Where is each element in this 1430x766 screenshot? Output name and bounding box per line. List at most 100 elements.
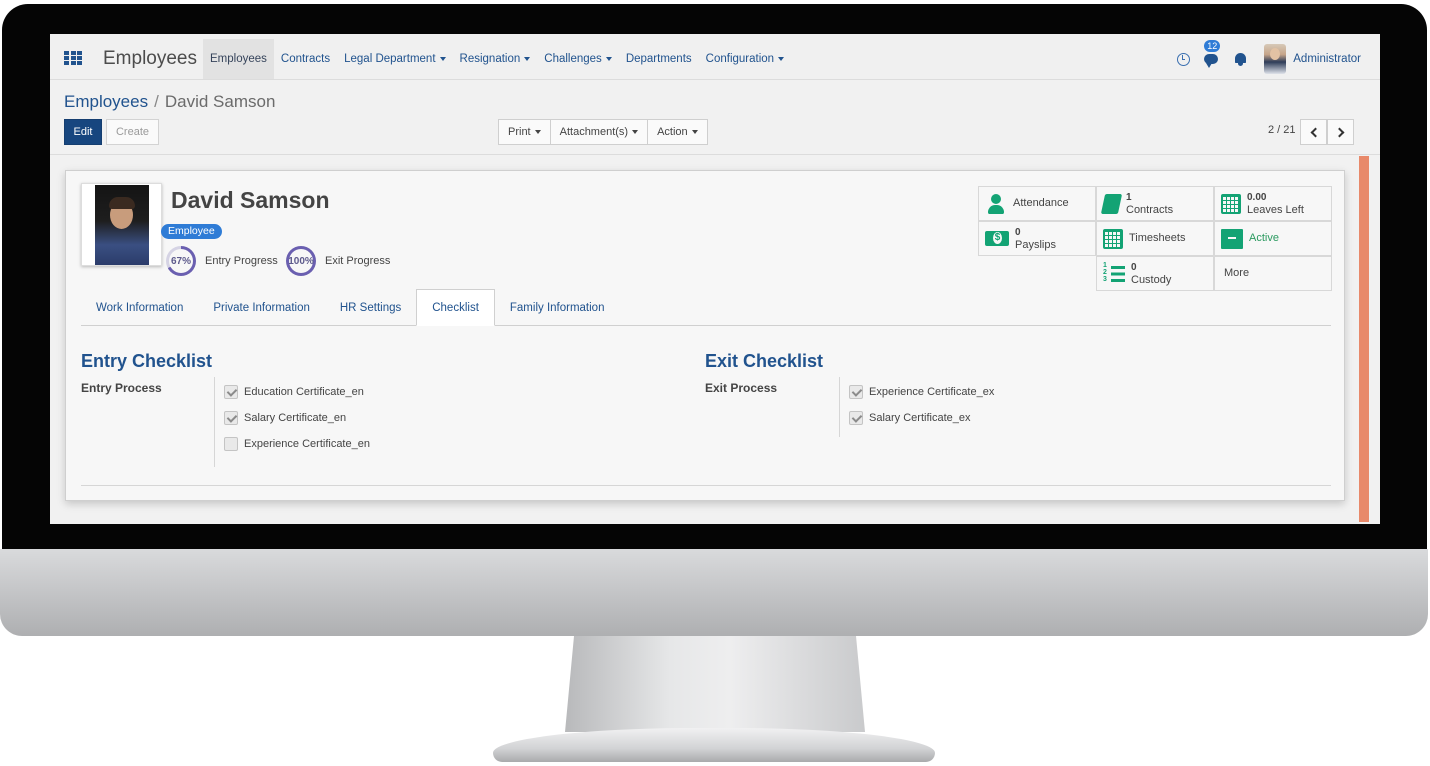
messages-button[interactable]: 12 <box>1204 40 1221 68</box>
checklist-item[interactable]: Education Certificate_en <box>224 385 364 399</box>
timesheets-button[interactable]: Timesheets <box>1096 221 1214 256</box>
app-title: Employees <box>103 48 197 69</box>
employee-photo[interactable] <box>81 183 162 266</box>
breadcrumb-parent-link[interactable]: Employees <box>64 92 148 111</box>
caret-down-icon <box>605 57 612 61</box>
checkbox[interactable] <box>224 437 238 451</box>
caret-down-icon <box>778 57 785 61</box>
photo-hair <box>109 197 135 209</box>
pager-previous-button[interactable] <box>1300 119 1327 145</box>
checkbox[interactable] <box>849 411 863 425</box>
tab-work-information[interactable]: Work Information <box>81 289 198 326</box>
menu-item-challenges[interactable]: Challenges <box>537 39 619 79</box>
contracts-label: Contracts <box>1126 203 1174 216</box>
pager-value: 2 / 21 <box>1268 124 1296 136</box>
more-button[interactable]: More <box>1214 256 1332 291</box>
employee-form-sheet: David Samson Employee 67% Entry Progress… <box>65 170 1345 501</box>
monitor-frame: Employees Employees Contracts Legal Depa… <box>0 0 1430 766</box>
action-label: Action <box>657 126 688 138</box>
active-toggle-button[interactable]: Active <box>1214 221 1332 256</box>
checklist-item-label: Experience Certificate_en <box>244 438 370 450</box>
checklist-item[interactable]: Experience Certificate_en <box>224 437 370 451</box>
tab-hr-settings[interactable]: HR Settings <box>325 289 416 326</box>
screen: Employees Employees Contracts Legal Depa… <box>50 34 1380 524</box>
more-label: More <box>1224 267 1250 279</box>
tab-family-information[interactable]: Family Information <box>495 289 620 326</box>
chevron-right-icon <box>1334 127 1344 137</box>
action-dropdown[interactable]: Action <box>648 120 707 144</box>
form-tabs: Work Information Private Information HR … <box>81 289 1331 326</box>
apps-grid-icon[interactable] <box>64 51 82 65</box>
caret-down-icon <box>439 57 446 61</box>
pager-next-button[interactable] <box>1327 119 1354 145</box>
money-icon <box>985 231 1009 246</box>
messages-count-badge: 12 <box>1204 40 1221 52</box>
menu-item-employees[interactable]: Employees <box>203 39 274 79</box>
user-avatar[interactable] <box>1264 44 1287 74</box>
exit-progress-value: 100% <box>288 255 314 267</box>
menu-item-contracts[interactable]: Contracts <box>274 39 337 79</box>
checklist-item-label: Experience Certificate_ex <box>869 386 995 398</box>
smart-buttons: Attendance 1Contracts 0.00Leaves Left 0P… <box>978 186 1332 292</box>
menu-item-label: Resignation <box>459 53 521 65</box>
edit-button[interactable]: Edit <box>64 119 102 145</box>
user-name[interactable]: Administrator <box>1293 53 1361 65</box>
caret-down-icon <box>524 57 531 61</box>
checkbox[interactable] <box>224 411 238 425</box>
chevron-left-icon <box>1310 127 1320 137</box>
leaves-button[interactable]: 0.00 Leaves Left <box>1214 186 1332 221</box>
entry-progress-value: 67% <box>170 255 191 267</box>
checklist-item[interactable]: Salary Certificate_en <box>224 411 346 425</box>
checklist-item[interactable]: Experience Certificate_ex <box>849 385 994 399</box>
chat-icon <box>1204 54 1219 68</box>
create-button[interactable]: Create <box>106 119 159 145</box>
person-icon <box>985 193 1007 214</box>
calendar-icon <box>1103 228 1123 249</box>
main-menu: Employees Contracts Legal Department Res… <box>203 39 791 79</box>
print-dropdown[interactable]: Print <box>499 120 551 144</box>
print-label: Print <box>508 126 531 138</box>
entry-checklist-title: Entry Checklist <box>81 351 213 371</box>
status-stripe <box>1359 156 1369 522</box>
contracts-button[interactable]: 1 Contracts <box>1096 186 1214 221</box>
book-icon <box>1100 193 1123 214</box>
sheet-footer-divider <box>81 485 1331 486</box>
menu-item-configuration[interactable]: Configuration <box>699 39 791 79</box>
entry-progress-circle: 67% <box>166 246 196 276</box>
exit-process-label: Exit Process <box>705 381 778 395</box>
systray: 12 Administrator <box>1177 39 1380 79</box>
checkbox[interactable] <box>224 385 238 399</box>
monitor-chin <box>0 549 1428 636</box>
employee-name: David Samson <box>171 187 330 213</box>
tab-private-information[interactable]: Private Information <box>198 289 325 326</box>
monitor-stand-base <box>493 728 935 762</box>
calendar-icon <box>1221 193 1241 214</box>
attendance-button[interactable]: Attendance <box>978 186 1096 221</box>
activity-clock-icon[interactable] <box>1177 52 1191 66</box>
checklist-item[interactable]: Salary Certificate_ex <box>849 411 971 425</box>
checklist-item-label: Salary Certificate_en <box>244 412 347 424</box>
tab-checklist[interactable]: Checklist <box>416 289 495 326</box>
menu-item-departments[interactable]: Departments <box>619 39 699 79</box>
leaves-label: Leaves Left <box>1247 203 1304 216</box>
top-navbar: Employees Employees Contracts Legal Depa… <box>50 34 1380 80</box>
exit-progress-circle: 100% <box>286 246 316 276</box>
checkbox[interactable] <box>849 385 863 399</box>
bell-icon[interactable] <box>1234 52 1247 66</box>
caret-down-icon <box>534 130 541 134</box>
custody-button[interactable]: 0Custody <box>1096 256 1214 291</box>
sidebar-actions: Print Attachment(s) Action <box>498 119 708 145</box>
checklist-item-label: Education Certificate_en <box>244 386 364 398</box>
menu-item-resignation[interactable]: Resignation <box>453 39 538 79</box>
caret-down-icon <box>691 130 698 134</box>
exit-checklist-title: Exit Checklist <box>705 351 824 371</box>
payslips-button[interactable]: 0Payslips <box>978 221 1096 256</box>
attachments-dropdown[interactable]: Attachment(s) <box>551 120 649 144</box>
custody-label: Custody <box>1131 273 1172 286</box>
contracts-count: 1 <box>1126 191 1132 203</box>
menu-item-label: Employees <box>210 53 267 65</box>
menu-item-label: Configuration <box>705 53 775 65</box>
menu-item-legal-department[interactable]: Legal Department <box>337 39 452 79</box>
menu-item-label: Challenges <box>544 53 602 65</box>
ordered-list-icon <box>1103 262 1125 284</box>
